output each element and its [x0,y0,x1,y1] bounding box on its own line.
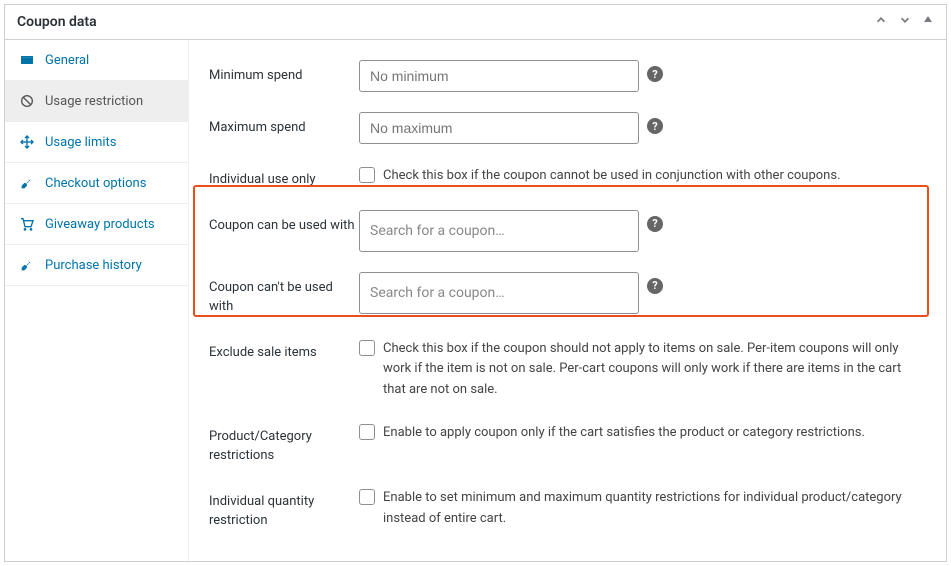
row-max-spend: Maximum spend ? [189,102,946,154]
max-spend-input[interactable] [359,112,639,144]
coupon-data-panel: Coupon data General Usage restriction [4,4,947,562]
min-spend-input[interactable] [359,60,639,92]
ind-qty-desc: Enable to set minimum and maximum quanti… [383,488,926,530]
exclude-sale-checkbox[interactable] [359,340,375,356]
sidebar-item-usage-restriction[interactable]: Usage restriction [5,81,188,122]
row-prod-cat: Product/Category restrictions Enable to … [189,411,946,476]
panel-controls [874,13,934,31]
individual-use-desc: Check this box if the coupon cannot be u… [383,166,926,187]
sidebar-item-label: Checkout options [45,176,146,191]
move-up-icon[interactable] [874,13,888,31]
prod-cat-checkbox[interactable] [359,424,375,440]
prod-cat-desc: Enable to apply coupon only if the cart … [383,423,926,444]
label-max-spend: Maximum spend [209,112,359,138]
label-individual-use: Individual use only [209,164,359,190]
ticket-icon [19,52,35,68]
ind-qty-checkbox[interactable] [359,489,375,505]
row-individual-use: Individual use only Check this box if th… [189,154,946,200]
not-used-with-search[interactable]: Search for a coupon… [359,272,639,314]
row-used-with: Coupon can be used with Search for a cou… [189,200,946,262]
row-exclude-sale: Exclude sale items Check this box if the… [189,327,946,411]
label-used-with: Coupon can be used with [209,210,359,236]
label-ind-qty: Individual quantity restriction [209,486,359,531]
toggle-icon[interactable] [922,13,934,31]
row-not-used-with: Coupon can't be used with Search for a c… [189,262,946,327]
individual-use-checkbox[interactable] [359,167,375,183]
wrench-icon [19,175,35,191]
label-prod-cat: Product/Category restrictions [209,421,359,466]
sidebar-item-label: General [45,53,89,68]
help-icon[interactable]: ? [647,216,663,232]
sidebar-item-purchase-history[interactable]: Purchase history [5,245,188,286]
row-min-spend: Minimum spend ? [189,50,946,102]
label-exclude-sale: Exclude sale items [209,337,359,363]
help-icon[interactable]: ? [647,66,663,82]
used-with-search[interactable]: Search for a coupon… [359,210,639,252]
cart-icon [19,216,35,232]
sidebar-item-label: Purchase history [45,258,142,273]
sidebar-item-label: Giveaway products [45,217,155,232]
content-area: Minimum spend ? Maximum spend ? Individu… [189,40,946,561]
sidebar-item-label: Usage restriction [45,94,143,109]
sidebar-item-general[interactable]: General [5,40,188,81]
sidebar-item-checkout-options[interactable]: Checkout options [5,163,188,204]
panel-body: General Usage restriction Usage limits C… [5,40,946,561]
move-icon [19,134,35,150]
row-ind-qty: Individual quantity restriction Enable t… [189,476,946,541]
sidebar-item-usage-limits[interactable]: Usage limits [5,122,188,163]
help-icon[interactable]: ? [647,278,663,294]
ban-icon [19,93,35,109]
sidebar: General Usage restriction Usage limits C… [5,40,189,561]
move-down-icon[interactable] [898,13,912,31]
panel-title: Coupon data [17,14,97,30]
wrench-icon [19,257,35,273]
help-icon[interactable]: ? [647,118,663,134]
sidebar-item-giveaway-products[interactable]: Giveaway products [5,204,188,245]
panel-header: Coupon data [5,5,946,40]
label-not-used-with: Coupon can't be used with [209,272,359,317]
sidebar-item-label: Usage limits [45,135,116,150]
label-min-spend: Minimum spend [209,60,359,86]
exclude-sale-desc: Check this box if the coupon should not … [383,339,926,401]
